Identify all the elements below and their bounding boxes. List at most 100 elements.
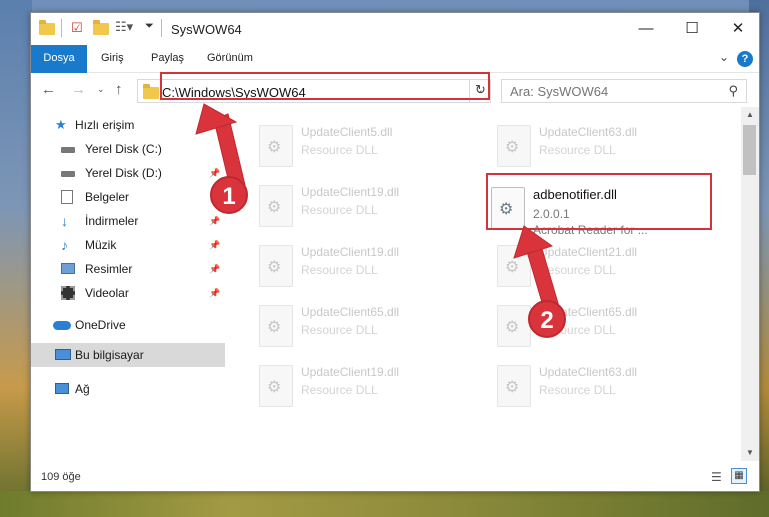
dll-file-icon	[259, 305, 293, 347]
back-arrow-icon[interactable]: ←	[41, 81, 56, 98]
sidebar-item-network[interactable]: Ağ	[31, 377, 225, 401]
music-icon: ♪	[61, 237, 68, 253]
window-title: SysWOW64	[171, 22, 242, 37]
desktop-wallpaper	[0, 491, 769, 517]
file-description: Acrobat Reader for ...	[533, 223, 648, 237]
list-item[interactable]: UpdateClient63.dll Resource DLL	[493, 121, 723, 177]
sidebar-item-local-disk-c[interactable]: Yerel Disk (C:)	[31, 137, 225, 161]
scroll-down-icon[interactable]: ▼	[741, 445, 759, 461]
documents-icon	[61, 190, 73, 204]
file-name: UpdateClient19.dll	[301, 245, 400, 259]
tab-view[interactable]: Görünüm	[197, 45, 263, 73]
forward-arrow-icon[interactable]: →	[71, 81, 86, 98]
tab-home[interactable]: Giriş	[91, 45, 134, 73]
list-item-adbenotifier[interactable]: adbenotifier.dll 2.0.0.1 Acrobat Reader …	[487, 183, 717, 239]
step-badge-1: 1	[210, 176, 248, 214]
sidebar-item-onedrive[interactable]: OneDrive	[31, 313, 225, 337]
pin-icon[interactable]: 📌	[209, 209, 220, 233]
file-description: Resource DLL	[539, 143, 616, 157]
videos-icon	[61, 286, 75, 300]
properties-icon[interactable]: ☑	[71, 20, 83, 36]
list-item[interactable]: UpdateClient21.dll Resource DLL	[493, 241, 723, 297]
sidebar-item-label: OneDrive	[75, 318, 126, 332]
dll-file-icon	[259, 125, 293, 167]
list-item[interactable]: UpdateClient65.dll Resource DLL	[493, 301, 723, 357]
ribbon-tabs: Dosya Giriş Paylaş Görünüm ⌄ ?	[31, 45, 759, 73]
list-item[interactable]: UpdateClient63.dll Resource DLL	[493, 361, 723, 417]
sidebar-item-videos[interactable]: Videolar 📌	[31, 281, 225, 305]
up-arrow-icon[interactable]: ↑	[115, 81, 123, 98]
list-item[interactable]: UpdateClient65.dll Resource DLL	[255, 301, 485, 357]
close-button[interactable]: ✕	[715, 13, 761, 45]
list-item[interactable]: UpdateClient19.dll Resource DLL	[255, 241, 485, 297]
recent-locations-icon[interactable]: ⌄	[97, 84, 105, 95]
scroll-thumb[interactable]	[743, 125, 756, 175]
sidebar-item-label: Yerel Disk (C:)	[85, 142, 162, 156]
list-item[interactable]: UpdateClient19.dll Resource DLL	[255, 361, 485, 417]
scroll-up-icon[interactable]: ▲	[741, 107, 759, 123]
dll-file-icon	[259, 365, 293, 407]
new-folder-icon[interactable]	[93, 20, 109, 37]
address-path[interactable]: C:\Windows\SysWOW64	[162, 85, 306, 100]
maximize-button[interactable]: ☐	[669, 13, 715, 45]
tiles-view-icon[interactable]: ▦	[731, 468, 747, 484]
navigation-bar: ← → ⌄ ↑ C:\Windows\SysWOW64 ⌄ ↻ ⚲	[31, 73, 759, 107]
download-icon: ↓	[61, 213, 68, 229]
file-explorer-window: ☑ ☷▾ ⏷ SysWOW64 — ☐ ✕ Dosya Giriş Paylaş…	[30, 12, 760, 492]
address-bar[interactable]: C:\Windows\SysWOW64 ⌄	[137, 79, 491, 103]
expand-ribbon-icon[interactable]: ⌄	[719, 50, 729, 64]
search-icon[interactable]: ⚲	[728, 83, 738, 99]
sidebar-item-this-pc[interactable]: Bu bilgisayar	[31, 343, 225, 367]
vertical-scrollbar[interactable]: ▲ ▼	[741, 107, 759, 461]
customize-toolbar-icon[interactable]: ☷▾	[115, 19, 133, 35]
pin-icon[interactable]: 📌	[209, 257, 220, 281]
search-input[interactable]	[510, 84, 710, 99]
minimize-button[interactable]: —	[623, 13, 669, 45]
list-item[interactable]: UpdateClient5.dll Resource DLL	[255, 121, 485, 177]
help-button[interactable]: ?	[737, 51, 753, 67]
sidebar-item-label: Resimler	[85, 262, 133, 276]
file-name: UpdateClient19.dll	[301, 185, 400, 199]
file-name: UpdateClient21.dll	[539, 245, 638, 259]
refresh-icon[interactable]: ↻	[469, 79, 491, 103]
dll-file-icon	[497, 305, 531, 347]
sidebar-item-documents[interactable]: Belgeler 📌	[31, 185, 225, 209]
search-box[interactable]: ⚲	[501, 79, 747, 103]
file-name: UpdateClient63.dll	[539, 125, 638, 139]
sidebar-item-label: İndirmeler	[85, 214, 139, 228]
item-count: 109 öğe	[41, 471, 81, 483]
sidebar-item-quick-access[interactable]: ★ Hızlı erişim	[31, 113, 225, 137]
sidebar-item-label: Müzik	[85, 238, 117, 252]
file-description: Resource DLL	[301, 263, 378, 277]
file-description: Resource DLL	[301, 203, 378, 217]
step-badge-2: 2	[528, 300, 566, 338]
sidebar-item-pictures[interactable]: Resimler 📌	[31, 257, 225, 281]
sidebar-item-label: Ağ	[75, 382, 90, 396]
pin-icon[interactable]: 📌	[209, 233, 220, 257]
list-item[interactable]: UpdateClient19.dll Resource DLL	[255, 181, 485, 237]
file-name: adbenotifier.dll	[533, 187, 617, 202]
tab-share[interactable]: Paylaş	[141, 45, 194, 73]
computer-icon	[55, 349, 71, 360]
tab-file[interactable]: Dosya	[31, 45, 87, 73]
sidebar-item-label: Videolar	[85, 286, 129, 300]
sidebar-item-music[interactable]: ♪ Müzik 📌	[31, 233, 225, 257]
sidebar-item-local-disk-d[interactable]: Yerel Disk (D:) 📌	[31, 161, 225, 185]
network-icon	[55, 383, 69, 394]
sidebar-item-downloads[interactable]: ↓ İndirmeler 📌	[31, 209, 225, 233]
pin-icon[interactable]: 📌	[209, 281, 220, 305]
dll-file-icon	[259, 245, 293, 287]
details-view-icon[interactable]: ☰	[711, 470, 722, 484]
chevron-down-icon[interactable]: ⏷	[145, 20, 154, 36]
sidebar-item-label: Hızlı erişim	[75, 118, 135, 132]
file-description: Resource DLL	[301, 323, 378, 337]
cloud-icon	[53, 321, 71, 330]
file-name: UpdateClient5.dll	[301, 125, 393, 139]
sidebar-item-label: Yerel Disk (D:)	[85, 166, 162, 180]
sidebar-item-label: Belgeler	[85, 190, 130, 204]
title-bar: ☑ ☷▾ ⏷ SysWOW64 — ☐ ✕	[31, 13, 759, 45]
dll-file-icon	[259, 185, 293, 227]
drive-icon	[61, 147, 75, 153]
navigation-pane: ★ Hızlı erişim Yerel Disk (C:) Yerel Dis…	[31, 107, 225, 461]
folder-icon	[143, 84, 159, 99]
